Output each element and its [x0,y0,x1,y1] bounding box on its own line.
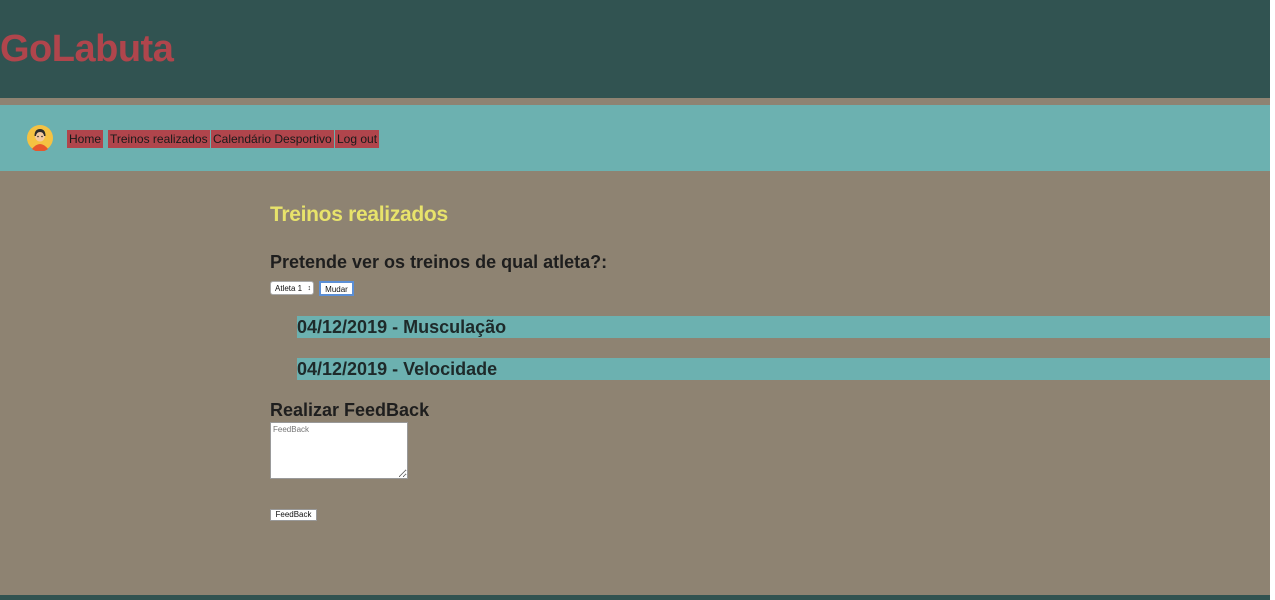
feedback-title: Realizar FeedBack [270,400,430,420]
user-avatar-icon[interactable] [27,125,53,151]
nav-calendario-desportivo[interactable]: Calendário Desportivo [211,130,334,148]
page-title: Treinos realizados [270,203,448,226]
training-item[interactable]: 04/12/2019 - Velocidade [297,358,1270,380]
nav-log-out[interactable]: Log out [335,130,380,148]
athlete-select[interactable]: Atleta 1 ↕ [270,281,314,295]
athlete-select-value: Atleta 1 [275,284,303,293]
footer-bar [0,595,1270,600]
training-item[interactable]: 04/12/2019 - Musculação [297,316,1270,338]
nav-treinos-realizados[interactable]: Treinos realizados [108,130,210,148]
change-athlete-button[interactable]: Mudar [319,281,354,296]
athlete-question: Pretende ver os treinos de qual atleta?: [270,252,608,272]
nav-home[interactable]: Home [67,130,104,148]
site-header: GoLabuta [0,0,1270,98]
site-logo[interactable]: GoLabuta [0,29,174,69]
feedback-textarea[interactable] [270,422,408,479]
nav-bar: Home Treinos realizados Calendário Despo… [0,105,1270,171]
updown-arrows-icon: ↕ [307,285,312,292]
page-right-edge [1270,0,1275,600]
submit-feedback-button[interactable]: FeedBack [270,509,317,521]
